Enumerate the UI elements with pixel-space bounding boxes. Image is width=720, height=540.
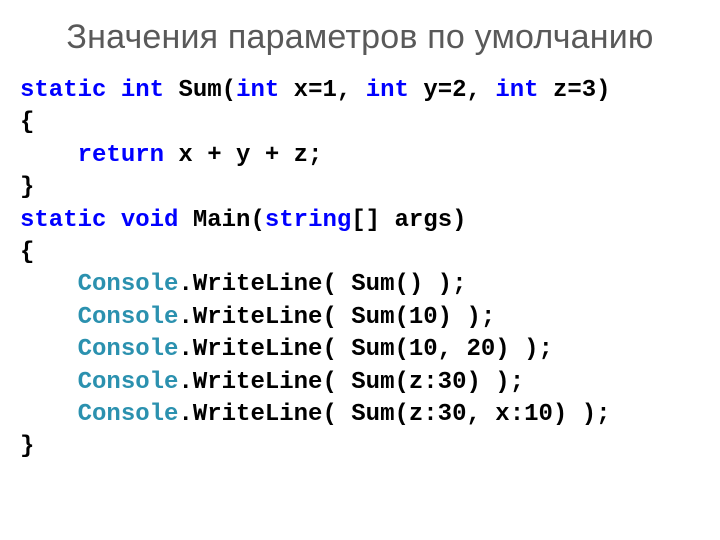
keyword-void: void <box>121 207 179 234</box>
keyword-static: static <box>20 207 106 234</box>
keyword-int: int <box>495 77 538 104</box>
keyword-int: int <box>236 77 279 104</box>
indent <box>20 336 78 363</box>
brace-close: } <box>20 433 34 460</box>
indent <box>20 271 78 298</box>
keyword-string: string <box>265 207 351 234</box>
indent <box>20 142 78 169</box>
call-1: .WriteLine( Sum() ); <box>178 271 466 298</box>
slide-title: Значения параметров по умолчанию <box>20 18 700 57</box>
type-console: Console <box>78 401 179 428</box>
keyword-int: int <box>366 77 409 104</box>
type-console: Console <box>78 271 179 298</box>
indent <box>20 304 78 331</box>
type-console: Console <box>78 336 179 363</box>
main-sig-a: Main( <box>178 207 264 234</box>
param-z: z=3) <box>539 77 611 104</box>
call-2: .WriteLine( Sum(10) ); <box>178 304 495 331</box>
param-y: y=2, <box>409 77 495 104</box>
type-console: Console <box>78 369 179 396</box>
main-sig-b: [] args) <box>351 207 466 234</box>
method-name-sum: Sum( <box>164 77 236 104</box>
indent <box>20 401 78 428</box>
keyword-return: return <box>78 142 164 169</box>
keyword-static: static <box>20 77 106 104</box>
param-x: x=1, <box>279 77 365 104</box>
keyword-int: int <box>121 77 164 104</box>
call-3: .WriteLine( Sum(10, 20) ); <box>178 336 552 363</box>
slide: Значения параметров по умолчанию static … <box>0 0 720 540</box>
brace-close: } <box>20 174 34 201</box>
call-4: .WriteLine( Sum(z:30) ); <box>178 369 524 396</box>
return-expr: x + y + z; <box>164 142 322 169</box>
brace-open: { <box>20 239 34 266</box>
call-5: .WriteLine( Sum(z:30, x:10) ); <box>178 401 610 428</box>
indent <box>20 369 78 396</box>
code-block: static int Sum(int x=1, int y=2, int z=3… <box>20 75 700 464</box>
brace-open: { <box>20 109 34 136</box>
type-console: Console <box>78 304 179 331</box>
